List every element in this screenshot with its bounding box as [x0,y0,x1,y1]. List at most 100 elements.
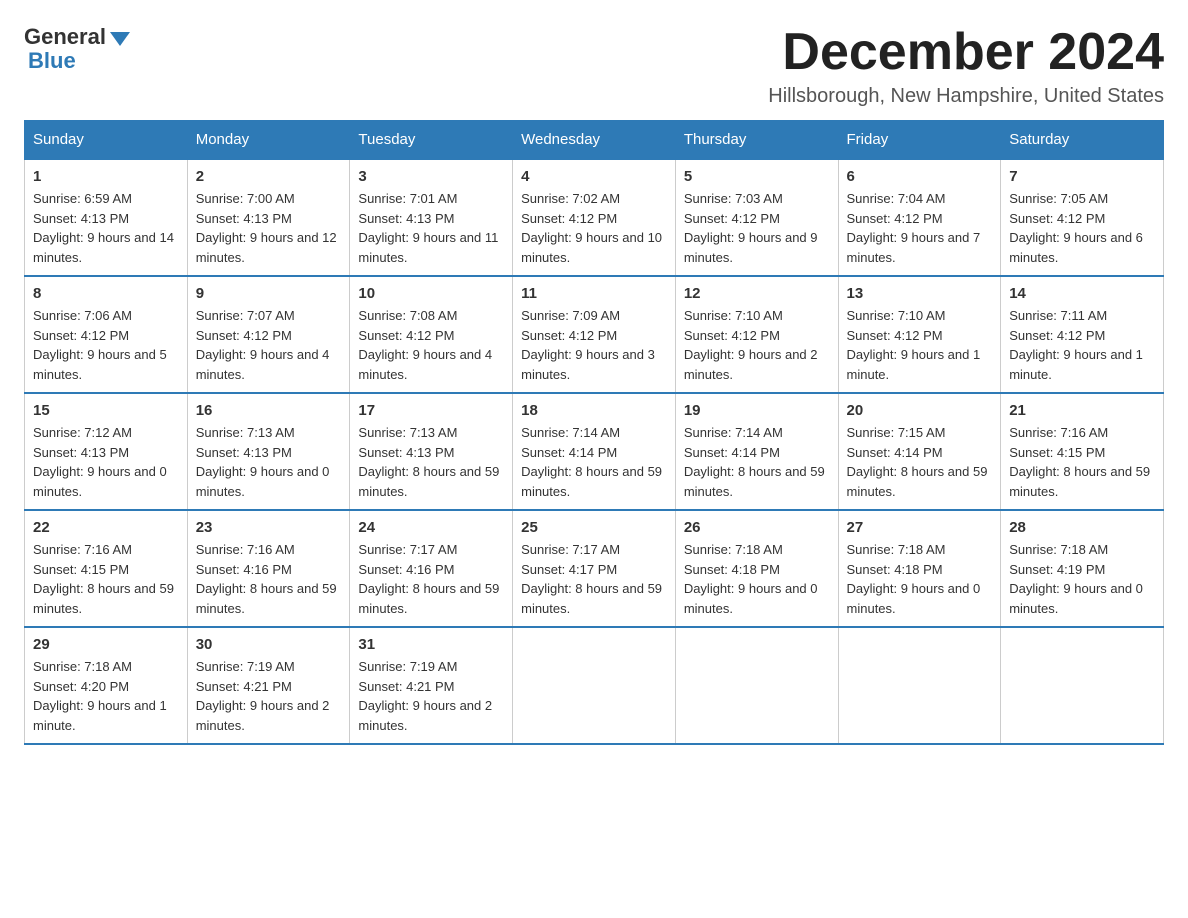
calendar-cell: 13 Sunrise: 7:10 AMSunset: 4:12 PMDayligh… [838,276,1001,393]
day-of-week-header: Friday [838,121,1001,160]
day-info: Sunrise: 7:13 AMSunset: 4:13 PMDaylight:… [196,423,342,501]
day-info: Sunrise: 7:18 AMSunset: 4:18 PMDaylight:… [847,540,993,618]
calendar-cell: 30 Sunrise: 7:19 AMSunset: 4:21 PMDayligh… [187,627,350,744]
day-number: 8 [33,285,179,302]
day-info: Sunrise: 7:12 AMSunset: 4:13 PMDaylight:… [33,423,179,501]
logo-general-text: General [24,24,106,50]
day-number: 17 [358,402,504,419]
week-row: 29 Sunrise: 7:18 AMSunset: 4:20 PMDayligh… [25,627,1164,744]
calendar-cell: 28 Sunrise: 7:18 AMSunset: 4:19 PMDayligh… [1001,510,1164,627]
day-info: Sunrise: 7:17 AMSunset: 4:17 PMDaylight:… [521,540,667,618]
day-number: 29 [33,636,179,653]
day-number: 6 [847,168,993,185]
day-info: Sunrise: 7:14 AMSunset: 4:14 PMDaylight:… [521,423,667,501]
calendar-table: SundayMondayTuesdayWednesdayThursdayFrid… [24,120,1164,745]
day-info: Sunrise: 7:00 AMSunset: 4:13 PMDaylight:… [196,189,342,267]
logo-general: General [24,24,130,50]
day-number: 21 [1009,402,1155,419]
calendar-cell [513,627,676,744]
calendar-cell: 5Sunrise: 7:03 AMSunset: 4:12 PMDaylight… [675,159,838,276]
calendar-cell: 1 Sunrise: 6:59 AMSunset: 4:13 PMDaylight… [25,159,188,276]
day-of-week-header: Thursday [675,121,838,160]
day-info: Sunrise: 7:18 AMSunset: 4:19 PMDaylight:… [1009,540,1155,618]
day-number: 30 [196,636,342,653]
day-of-week-header: Monday [187,121,350,160]
day-info: Sunrise: 7:16 AMSunset: 4:16 PMDaylight:… [196,540,342,618]
calendar-cell: 9Sunrise: 7:07 AMSunset: 4:12 PMDaylight… [187,276,350,393]
calendar-cell: 12 Sunrise: 7:10 AMSunset: 4:12 PMDayligh… [675,276,838,393]
day-number: 24 [358,519,504,536]
day-number: 15 [33,402,179,419]
day-number: 2 [196,168,342,185]
day-number: 28 [1009,519,1155,536]
day-number: 7 [1009,168,1155,185]
day-number: 5 [684,168,830,185]
calendar-cell: 23 Sunrise: 7:16 AMSunset: 4:16 PMDayligh… [187,510,350,627]
logo-arrow-icon [110,32,130,46]
day-number: 16 [196,402,342,419]
day-info: Sunrise: 7:02 AMSunset: 4:12 PMDaylight:… [521,189,667,267]
day-number: 11 [521,285,667,302]
logo-blue-text: Blue [28,48,76,74]
day-of-week-header: Tuesday [350,121,513,160]
day-info: Sunrise: 7:19 AMSunset: 4:21 PMDaylight:… [196,657,342,735]
day-info: Sunrise: 7:08 AMSunset: 4:12 PMDaylight:… [358,306,504,384]
day-info: Sunrise: 7:16 AMSunset: 4:15 PMDaylight:… [33,540,179,618]
week-row: 22 Sunrise: 7:16 AMSunset: 4:15 PMDayligh… [25,510,1164,627]
day-number: 9 [196,285,342,302]
day-info: Sunrise: 6:59 AMSunset: 4:13 PMDaylight:… [33,189,179,267]
calendar-cell [1001,627,1164,744]
calendar-cell: 11Sunrise: 7:09 AMSunset: 4:12 PMDayligh… [513,276,676,393]
day-number: 3 [358,168,504,185]
day-number: 31 [358,636,504,653]
calendar-header: SundayMondayTuesdayWednesdayThursdayFrid… [25,121,1164,160]
calendar-cell: 14Sunrise: 7:11 AMSunset: 4:12 PMDayligh… [1001,276,1164,393]
calendar-cell: 3 Sunrise: 7:01 AMSunset: 4:13 PMDaylight… [350,159,513,276]
calendar-cell: 22 Sunrise: 7:16 AMSunset: 4:15 PMDayligh… [25,510,188,627]
calendar-cell: 26Sunrise: 7:18 AMSunset: 4:18 PMDayligh… [675,510,838,627]
calendar-cell: 24 Sunrise: 7:17 AMSunset: 4:16 PMDayligh… [350,510,513,627]
calendar-cell: 7 Sunrise: 7:05 AMSunset: 4:12 PMDaylight… [1001,159,1164,276]
calendar-cell [675,627,838,744]
day-info: Sunrise: 7:04 AMSunset: 4:12 PMDaylight:… [847,189,993,267]
day-number: 1 [33,168,179,185]
calendar-cell: 29 Sunrise: 7:18 AMSunset: 4:20 PMDayligh… [25,627,188,744]
calendar-cell: 17Sunrise: 7:13 AMSunset: 4:13 PMDayligh… [350,393,513,510]
day-number: 20 [847,402,993,419]
calendar-cell: 18Sunrise: 7:14 AMSunset: 4:14 PMDayligh… [513,393,676,510]
week-row: 15 Sunrise: 7:12 AMSunset: 4:13 PMDayligh… [25,393,1164,510]
title-section: December 2024 Hillsborough, New Hampshir… [768,24,1164,108]
page-header: General Blue December 2024 Hillsborough,… [24,24,1164,108]
day-of-week-header: Sunday [25,121,188,160]
day-number: 23 [196,519,342,536]
day-info: Sunrise: 7:17 AMSunset: 4:16 PMDaylight:… [358,540,504,618]
day-info: Sunrise: 7:18 AMSunset: 4:20 PMDaylight:… [33,657,179,735]
day-number: 19 [684,402,830,419]
day-number: 25 [521,519,667,536]
day-number: 22 [33,519,179,536]
calendar-cell: 20Sunrise: 7:15 AMSunset: 4:14 PMDayligh… [838,393,1001,510]
calendar-cell: 25 Sunrise: 7:17 AMSunset: 4:17 PMDayligh… [513,510,676,627]
calendar-cell: 6 Sunrise: 7:04 AMSunset: 4:12 PMDaylight… [838,159,1001,276]
day-info: Sunrise: 7:01 AMSunset: 4:13 PMDaylight:… [358,189,504,267]
day-number: 12 [684,285,830,302]
day-number: 27 [847,519,993,536]
calendar-cell: 15 Sunrise: 7:12 AMSunset: 4:13 PMDayligh… [25,393,188,510]
day-info: Sunrise: 7:11 AMSunset: 4:12 PMDaylight:… [1009,306,1155,384]
day-number: 13 [847,285,993,302]
day-number: 10 [358,285,504,302]
day-info: Sunrise: 7:10 AMSunset: 4:12 PMDaylight:… [684,306,830,384]
calendar-cell [838,627,1001,744]
week-row: 8Sunrise: 7:06 AMSunset: 4:12 PMDaylight… [25,276,1164,393]
logo: General Blue [24,24,130,74]
day-info: Sunrise: 7:16 AMSunset: 4:15 PMDaylight:… [1009,423,1155,501]
day-info: Sunrise: 7:05 AMSunset: 4:12 PMDaylight:… [1009,189,1155,267]
calendar-cell: 2 Sunrise: 7:00 AMSunset: 4:13 PMDaylight… [187,159,350,276]
day-info: Sunrise: 7:10 AMSunset: 4:12 PMDaylight:… [847,306,993,384]
day-number: 4 [521,168,667,185]
day-number: 26 [684,519,830,536]
calendar-cell: 10 Sunrise: 7:08 AMSunset: 4:12 PMDayligh… [350,276,513,393]
calendar-cell: 27 Sunrise: 7:18 AMSunset: 4:18 PMDayligh… [838,510,1001,627]
day-info: Sunrise: 7:14 AMSunset: 4:14 PMDaylight:… [684,423,830,501]
calendar-body: 1 Sunrise: 6:59 AMSunset: 4:13 PMDaylight… [25,159,1164,744]
